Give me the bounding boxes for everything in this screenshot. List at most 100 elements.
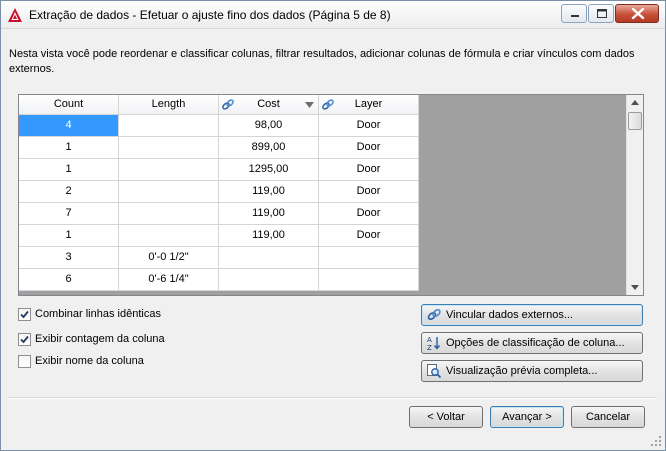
table-row[interactable]: 1 1295,00 Door xyxy=(19,159,419,181)
grid-header: Count Length Cost Layer xyxy=(19,95,419,115)
svg-text:Z: Z xyxy=(427,344,432,351)
cell-layer[interactable]: Door xyxy=(319,115,419,136)
scroll-thumb[interactable] xyxy=(628,112,642,130)
scroll-up-icon[interactable] xyxy=(627,95,643,111)
resize-grip-icon[interactable] xyxy=(650,435,662,447)
data-extraction-dialog: Extração de dados - Efetuar o ajuste fin… xyxy=(0,0,666,451)
table-row[interactable]: 1 119,00 Door xyxy=(19,225,419,247)
next-label: Avançar > xyxy=(502,411,552,423)
cell-count[interactable]: 6 xyxy=(19,269,119,290)
show-name-checkbox[interactable] xyxy=(18,354,31,368)
cell-layer[interactable]: Door xyxy=(319,225,419,246)
back-button[interactable]: < Voltar xyxy=(409,406,483,428)
cell-cost[interactable] xyxy=(219,247,319,268)
link-external-data-button[interactable]: Vincular dados externos... xyxy=(421,304,643,326)
column-header-label: Layer xyxy=(354,98,383,110)
combine-identical-label: Combinar linhas idênticas xyxy=(35,308,161,320)
minimize-icon xyxy=(571,15,579,17)
cancel-label: Cancelar xyxy=(585,411,631,423)
column-header-label: Count xyxy=(53,98,84,110)
cell-count[interactable]: 2 xyxy=(19,181,119,202)
data-grid-table: Count Length Cost Layer 4 98,00 Door 1 8… xyxy=(19,95,419,291)
checkmark-icon xyxy=(20,310,29,318)
column-header-label: Cost xyxy=(257,98,280,110)
cell-length[interactable]: 0'-0 1/2" xyxy=(119,247,219,268)
cell-cost[interactable]: 1295,00 xyxy=(219,159,319,180)
show-name-option[interactable]: Exibir nome da coluna xyxy=(18,353,144,369)
combine-identical-option[interactable]: Combinar linhas idênticas xyxy=(18,306,161,322)
table-row[interactable]: 2 119,00 Door xyxy=(19,181,419,203)
cell-count[interactable]: 4 xyxy=(19,115,119,136)
show-count-option[interactable]: Exibir contagem da coluna xyxy=(18,331,165,347)
cell-length[interactable]: 0'-6 1/4" xyxy=(119,269,219,290)
cell-cost[interactable]: 899,00 xyxy=(219,137,319,158)
sort-options-label: Opções de classificação de coluna... xyxy=(446,337,625,349)
minimize-button[interactable] xyxy=(561,4,587,23)
cell-layer[interactable]: Door xyxy=(319,181,419,202)
table-row[interactable]: 6 0'-6 1/4" xyxy=(19,269,419,291)
cell-cost[interactable]: 119,00 xyxy=(219,225,319,246)
cell-layer[interactable] xyxy=(319,247,419,268)
show-name-label: Exibir nome da coluna xyxy=(35,355,144,367)
full-preview-button[interactable]: Visualização prévia completa... xyxy=(421,360,643,382)
cell-length[interactable] xyxy=(119,181,219,202)
maximize-icon xyxy=(597,9,607,18)
cell-count[interactable]: 7 xyxy=(19,203,119,224)
window-title: Extração de dados - Efetuar o ajuste fin… xyxy=(29,8,391,22)
data-grid: Count Length Cost Layer 4 98,00 Door 1 8… xyxy=(18,94,644,296)
page-description: Nesta vista você pode reordenar e classi… xyxy=(9,48,635,75)
next-button[interactable]: Avançar > xyxy=(490,406,564,428)
cancel-button[interactable]: Cancelar xyxy=(571,406,645,428)
combine-identical-checkbox[interactable] xyxy=(18,307,31,321)
cell-cost[interactable]: 98,00 xyxy=(219,115,319,136)
cell-count[interactable]: 3 xyxy=(19,247,119,268)
title-bar: Extração de dados - Efetuar o ajuste fin… xyxy=(1,1,665,29)
show-count-checkbox[interactable] xyxy=(18,332,31,346)
close-button[interactable] xyxy=(615,4,659,23)
column-header-length[interactable]: Length xyxy=(119,95,219,115)
cell-length[interactable] xyxy=(119,115,219,136)
cell-cost[interactable]: 119,00 xyxy=(219,203,319,224)
table-row[interactable]: 4 98,00 Door xyxy=(19,115,419,137)
svg-text:A: A xyxy=(427,336,432,344)
cell-length[interactable] xyxy=(119,137,219,158)
table-row[interactable]: 1 899,00 Door xyxy=(19,137,419,159)
close-icon xyxy=(631,7,645,20)
cell-cost[interactable] xyxy=(219,269,319,290)
checkmark-icon xyxy=(20,335,29,343)
link-external-label: Vincular dados externos... xyxy=(446,309,573,321)
sort-az-icon: A Z xyxy=(427,336,441,351)
preview-magnifier-icon xyxy=(427,364,442,379)
vertical-scrollbar[interactable] xyxy=(626,95,643,295)
cell-layer[interactable]: Door xyxy=(319,203,419,224)
link-external-icon xyxy=(427,308,441,321)
cell-count[interactable]: 1 xyxy=(19,159,119,180)
full-preview-label: Visualização prévia completa... xyxy=(446,365,598,377)
column-header-layer[interactable]: Layer xyxy=(319,95,419,115)
grid-empty-area xyxy=(419,95,628,295)
footer-separator xyxy=(9,397,657,399)
sort-descending-icon xyxy=(305,102,314,108)
cell-cost[interactable]: 119,00 xyxy=(219,181,319,202)
link-icon xyxy=(322,99,334,110)
autocad-app-icon xyxy=(8,8,22,22)
column-header-cost[interactable]: Cost xyxy=(219,95,319,115)
back-label: < Voltar xyxy=(427,411,465,423)
show-count-label: Exibir contagem da coluna xyxy=(35,333,165,345)
sort-options-button[interactable]: A Z Opções de classificação de coluna... xyxy=(421,332,643,354)
cell-layer[interactable]: Door xyxy=(319,159,419,180)
cell-layer[interactable]: Door xyxy=(319,137,419,158)
table-row[interactable]: 7 119,00 Door xyxy=(19,203,419,225)
cell-length[interactable] xyxy=(119,159,219,180)
cell-length[interactable] xyxy=(119,203,219,224)
link-icon xyxy=(222,99,234,110)
column-header-count[interactable]: Count xyxy=(19,95,119,115)
table-row[interactable]: 3 0'-0 1/2" xyxy=(19,247,419,269)
column-header-label: Length xyxy=(151,98,186,110)
maximize-button[interactable] xyxy=(588,4,614,23)
cell-length[interactable] xyxy=(119,225,219,246)
cell-layer[interactable] xyxy=(319,269,419,290)
cell-count[interactable]: 1 xyxy=(19,137,119,158)
cell-count[interactable]: 1 xyxy=(19,225,119,246)
scroll-down-icon[interactable] xyxy=(627,279,643,295)
